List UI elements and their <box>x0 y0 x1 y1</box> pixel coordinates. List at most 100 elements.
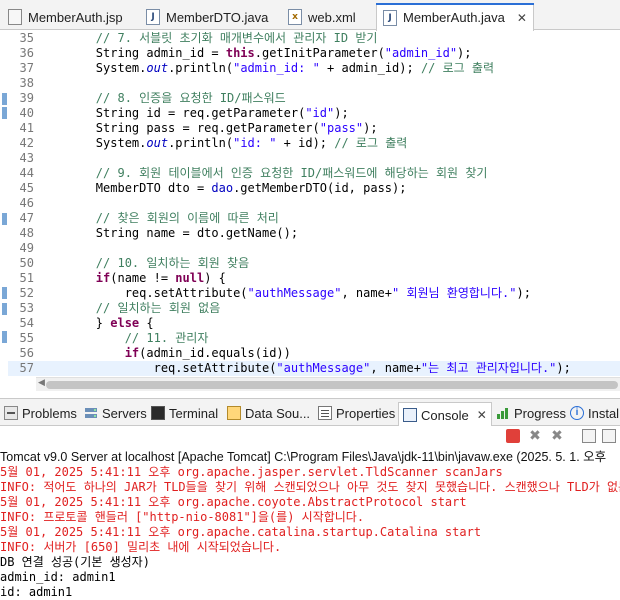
line-number: 54 <box>19 316 34 330</box>
code-line: 53 // 일치하는 회원 없음 <box>8 301 620 316</box>
console-output-line: id: admin1 <box>0 585 73 599</box>
data-source-icon <box>227 406 241 420</box>
tab-label: Data Sou... <box>245 405 311 421</box>
code-line-current: 57 req.setAttribute("authMessage", name+… <box>8 361 620 376</box>
console-icon <box>403 408 417 422</box>
code-line: 54 } else { <box>8 316 620 331</box>
line-number: 45 <box>19 181 34 195</box>
line-number: 44 <box>19 166 34 180</box>
code-line: 49 <box>8 241 620 256</box>
code-editor[interactable]: 35 // 7. 서블릿 초기화 매개변수에서 관리자 ID 받기 36 Str… <box>0 31 620 391</box>
editor-tab-label: MemberAuth.jsp <box>28 9 123 25</box>
line-number: 46 <box>19 196 34 210</box>
tab-data-source[interactable]: Data Sou... <box>227 402 310 424</box>
code-line: 37 System.out.println("admin_id: " + adm… <box>8 61 620 76</box>
servers-icon <box>85 408 97 418</box>
line-number: 50 <box>19 256 34 270</box>
tab-label: Console <box>421 407 469 423</box>
code-line: 35 // 7. 서블릿 초기화 매개변수에서 관리자 ID 받기 <box>8 31 620 46</box>
code-line: 43 <box>8 151 620 166</box>
close-icon[interactable]: ✕ <box>517 11 527 25</box>
java-file-icon: J <box>383 9 397 26</box>
properties-icon <box>318 406 332 420</box>
terminate-button[interactable] <box>506 429 520 443</box>
line-number: 36 <box>19 46 34 60</box>
editor-tab-bar: MemberAuth.jsp J MemberDTO.java x web.xm… <box>0 0 620 31</box>
ruler-marker <box>2 303 7 315</box>
code-line: 50 // 10. 일치하는 회원 찾음 <box>8 256 620 271</box>
code-line: 47 // 찾은 회원의 이름에 따른 처리 <box>8 211 620 226</box>
tab-problems[interactable]: Problems <box>4 402 77 424</box>
code-line: 39 // 8. 인증을 요청한 ID/패스워드 <box>8 91 620 106</box>
line-number: 53 <box>19 301 34 315</box>
editor-tab-label: MemberAuth.java <box>403 10 505 25</box>
problems-icon <box>4 406 18 420</box>
line-number: 55 <box>19 331 34 345</box>
line-number: 41 <box>19 121 34 135</box>
tab-install[interactable]: i Install <box>570 402 620 424</box>
tab-label: Install <box>588 405 620 421</box>
jsp-file-icon <box>8 9 22 25</box>
editor-tab-memberauth-java[interactable]: J MemberAuth.java ✕ <box>376 3 534 31</box>
terminal-icon <box>151 406 165 420</box>
scrollbar-thumb[interactable] <box>46 381 618 389</box>
console-output-line: INFO: 적어도 하나의 JAR가 TLD들을 찾기 위해 스캔되었으나 아무… <box>0 480 620 494</box>
code-line: 45 MemberDTO dto = dao.getMemberDTO(id, … <box>8 181 620 196</box>
code-line: 52 req.setAttribute("authMessage", name+… <box>8 286 620 301</box>
scroll-lock-icon[interactable] <box>602 429 616 443</box>
line-number: 52 <box>19 286 34 300</box>
ruler-marker <box>2 213 7 225</box>
clear-console-icon[interactable] <box>582 429 596 443</box>
install-icon: i <box>570 406 584 420</box>
editor-tab-memberdto-java[interactable]: J MemberDTO.java <box>140 4 274 30</box>
tab-console[interactable]: Console ✕ <box>398 402 492 427</box>
editor-tab-memberauth-jsp[interactable]: MemberAuth.jsp <box>2 4 129 30</box>
tab-servers[interactable]: Servers <box>84 402 147 424</box>
code-line: 56 if(admin_id.equals(id)) <box>8 346 620 361</box>
progress-icon <box>497 408 508 419</box>
ruler-marker <box>2 287 7 299</box>
line-number: 56 <box>19 346 34 360</box>
remove-launch-icon[interactable]: ✖ <box>528 429 542 443</box>
line-number: 37 <box>19 61 34 75</box>
xml-file-icon: x <box>288 9 302 25</box>
line-number: 51 <box>19 271 34 285</box>
code-line: 42 System.out.println("id: " + id); // 로… <box>8 136 620 151</box>
overview-ruler <box>0 31 8 375</box>
tab-label: Properties <box>336 405 396 421</box>
editor-tab-label: web.xml <box>308 9 356 25</box>
tab-progress[interactable]: Progress <box>496 402 566 424</box>
code-line: 55 // 11. 관리자 <box>8 331 620 346</box>
code-line: 36 String admin_id = this.getInitParamet… <box>8 46 620 61</box>
line-number: 35 <box>19 31 34 45</box>
editor-tab-web-xml[interactable]: x web.xml <box>282 4 362 30</box>
horizontal-scrollbar[interactable]: ◀ <box>36 377 620 391</box>
panel-tab-bar: Problems Servers Terminal Data Sou... Pr… <box>0 398 620 427</box>
tab-label: Terminal <box>169 405 219 421</box>
line-number: 38 <box>19 76 34 90</box>
tab-terminal[interactable]: Terminal <box>151 402 218 424</box>
code-line: 40 String id = req.getParameter("id"); <box>8 106 620 121</box>
ruler-marker <box>2 107 7 119</box>
line-number: 48 <box>19 226 34 240</box>
console-output-line: INFO: 서버가 [650] 밀리초 내에 시작되었습니다. <box>0 540 282 554</box>
console-output-line: admin_id: admin1 <box>0 570 116 584</box>
tab-label: Progress <box>514 405 567 421</box>
code-line: 48 String name = dto.getName(); <box>8 226 620 241</box>
line-number: 47 <box>19 211 34 225</box>
tab-properties[interactable]: Properties <box>318 402 395 424</box>
code-line: 44 // 9. 회원 테이블에서 인증 요청한 ID/패스워드에 해당하는 회… <box>8 166 620 181</box>
code-line: 38 <box>8 76 620 91</box>
ruler-marker <box>2 331 7 343</box>
line-number: 57 <box>19 361 34 375</box>
java-file-icon: J <box>146 9 160 25</box>
close-icon[interactable]: ✕ <box>477 408 487 422</box>
code-line: 46 <box>8 196 620 211</box>
remove-all-terminated-icon[interactable]: ✖ <box>550 429 564 443</box>
console-output-line: 5월 01, 2025 5:41:11 오후 org.apache.coyote… <box>0 495 467 509</box>
tab-label: Servers <box>102 405 147 421</box>
console-output-line: 5월 01, 2025 5:41:11 오후 org.apache.jasper… <box>0 465 503 479</box>
editor-tab-label: MemberDTO.java <box>166 9 269 25</box>
scroll-left-icon[interactable]: ◀ <box>38 378 45 388</box>
tab-label: Problems <box>22 405 77 421</box>
